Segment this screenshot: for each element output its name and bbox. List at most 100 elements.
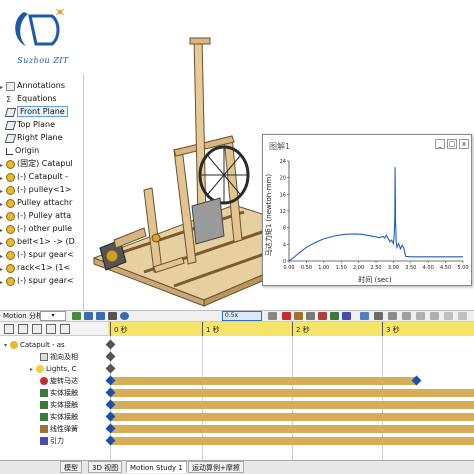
- expand-arrow-icon[interactable]: ▸: [0, 199, 6, 211]
- tree-item-part[interactable]: ▸ rack<1> (1<: [0, 262, 70, 274]
- graph-window[interactable]: 图解1 _ □ x 0.00 0.50 1.00 1.50 2.00 2.50 3.00 3.…: [262, 134, 472, 286]
- study-properties-icon[interactable]: [374, 312, 383, 320]
- part-icon: [6, 198, 15, 208]
- tree-item-label: Equations: [17, 94, 57, 103]
- filter-selected-icon[interactable]: [46, 324, 56, 334]
- x-tick-label: 4.50: [440, 265, 451, 271]
- expand-arrow-icon[interactable]: ▾: [4, 340, 10, 352]
- timeline-row-gravity[interactable]: 引力: [40, 435, 64, 447]
- row-label: 引力: [50, 437, 64, 445]
- expand-arrow-icon[interactable]: ▸: [0, 160, 6, 172]
- tree-item-annotations[interactable]: ▸ Annotations: [0, 80, 65, 92]
- force-icon[interactable]: [318, 312, 327, 320]
- timeline-ruler[interactable]: [108, 322, 474, 336]
- timeline-row-view[interactable]: 视向及相: [40, 351, 78, 363]
- calculate-icon[interactable]: [72, 312, 81, 320]
- tree-item-part[interactable]: ▸ belt<1> -> (D: [0, 236, 75, 248]
- timeline-bar[interactable]: [110, 437, 474, 445]
- timeline-row-contact[interactable]: 实体接触: [40, 387, 78, 399]
- timeline-options-icon[interactable]: [458, 312, 467, 320]
- expand-arrow-icon[interactable]: ▸: [0, 212, 6, 224]
- collapse-icon[interactable]: [388, 312, 397, 320]
- timeline-bar[interactable]: [110, 389, 474, 397]
- expand-arrow-icon[interactable]: ▸: [0, 264, 6, 276]
- tab-3d-view[interactable]: 3D 视图: [88, 461, 123, 473]
- play-icon[interactable]: [96, 312, 105, 320]
- tab-motion-study-1[interactable]: Motion Study 1: [126, 461, 187, 473]
- filter-icon[interactable]: [4, 324, 14, 334]
- tree-item-part[interactable]: ▸ (-) spur gear<: [0, 275, 74, 287]
- results-plots-icon[interactable]: [360, 312, 369, 320]
- expand-arrow-icon[interactable]: ▸: [0, 238, 6, 250]
- playback-speed-field[interactable]: 0.5x: [222, 311, 262, 321]
- time-label: 1 秒: [206, 326, 220, 334]
- save-animation-icon[interactable]: [268, 312, 277, 320]
- tree-item-origin[interactable]: Origin: [0, 145, 39, 157]
- contact-icon[interactable]: [330, 312, 339, 320]
- filter-animated-icon[interactable]: [18, 324, 28, 334]
- tree-item-right-plane[interactable]: Right Plane: [0, 132, 63, 144]
- expand-arrow-icon[interactable]: ▸: [30, 364, 36, 376]
- tree-item-label: (-) spur gear<: [17, 276, 74, 285]
- filter-driving-icon[interactable]: [32, 324, 42, 334]
- maximize-button[interactable]: □: [447, 139, 457, 149]
- expand-arrow-icon[interactable]: ▸: [0, 186, 6, 198]
- tree-item-label: rack<1> (1<: [17, 263, 71, 272]
- logo-name: Suzhou ZIT: [17, 56, 69, 65]
- tree-item-top-plane[interactable]: Top Plane: [0, 119, 55, 131]
- damper-icon[interactable]: [306, 312, 315, 320]
- tree-item-front-plane[interactable]: Front Plane: [0, 106, 68, 118]
- timeline-row-motor[interactable]: 旋转马达: [40, 375, 78, 387]
- x-tick-label: 3.00: [388, 265, 399, 271]
- zoom-fit-icon[interactable]: [444, 312, 453, 320]
- tree-item-part[interactable]: ▸ (-) Catapult -: [0, 171, 68, 183]
- zoom-out-icon[interactable]: [430, 312, 439, 320]
- gravity-icon[interactable]: [342, 312, 351, 320]
- tree-item-label: Right Plane: [17, 133, 63, 142]
- plane-icon: [4, 133, 17, 143]
- tree-item-label: (-) pulley<1>: [17, 185, 72, 194]
- tab-motion-study-friction[interactable]: 运动算例+摩擦: [188, 461, 244, 473]
- minimize-button[interactable]: _: [435, 139, 445, 149]
- timeline-row-spring[interactable]: 线性弹簧: [40, 423, 78, 435]
- timeline-bar[interactable]: [110, 413, 474, 421]
- timeline-bar[interactable]: [110, 401, 474, 409]
- tree-item-part[interactable]: ▸ (-) spur gear<: [0, 249, 74, 261]
- part-icon: [6, 276, 15, 286]
- tree-item-label: Annotations: [17, 81, 66, 90]
- tree-item-part[interactable]: ▸ Pulley attachr: [0, 197, 72, 209]
- timeline-row-contact[interactable]: 实体接触: [40, 411, 78, 423]
- study-type-dropdown[interactable]: ▾: [40, 311, 66, 321]
- spring-icon[interactable]: [294, 312, 303, 320]
- stop-icon[interactable]: [108, 312, 117, 320]
- y-tick-label: 12: [280, 209, 286, 215]
- timeline-bar[interactable]: [110, 425, 474, 433]
- tab-model[interactable]: 模型: [60, 461, 82, 473]
- rotary-motor-icon: [40, 377, 48, 385]
- expand-arrow-icon[interactable]: ▸: [0, 277, 6, 289]
- y-tick-label: 20: [280, 176, 286, 182]
- play-from-start-icon[interactable]: [84, 312, 93, 320]
- tree-item-equations[interactable]: Σ Equations: [0, 93, 57, 105]
- playback-slider-icon[interactable]: [120, 312, 129, 320]
- tree-item-part[interactable]: ▸ (固定) Catapul: [0, 158, 73, 170]
- timeline-row-contact[interactable]: 实体接触: [40, 399, 78, 411]
- part-icon: [6, 224, 15, 234]
- key-filter-icon[interactable]: [402, 312, 411, 320]
- timeline-row-assembly[interactable]: ▾ Catapult - as: [4, 339, 65, 351]
- timeline-row-lights[interactable]: ▸ Lights, C: [30, 363, 76, 375]
- expand-arrow-icon[interactable]: ▸: [0, 173, 6, 185]
- expand-arrow-icon[interactable]: ▸: [0, 251, 6, 263]
- zoom-in-icon[interactable]: [416, 312, 425, 320]
- expand-arrow-icon[interactable]: ▸: [0, 225, 6, 237]
- close-button[interactable]: x: [459, 139, 469, 149]
- graph-title: 图解1: [269, 142, 291, 151]
- time-tick: [292, 322, 293, 336]
- filter-results-icon[interactable]: [60, 324, 70, 334]
- motor-icon[interactable]: [282, 312, 291, 320]
- tree-item-part[interactable]: ▸ (-) other pulle: [0, 223, 72, 235]
- tree-item-part[interactable]: ▸ (-) pulley<1>: [0, 184, 71, 196]
- timeline-bar[interactable]: [110, 377, 416, 385]
- tree-item-part[interactable]: ▸ (-) Pulley atta: [0, 210, 71, 222]
- tree-item-label: Top Plane: [17, 120, 55, 129]
